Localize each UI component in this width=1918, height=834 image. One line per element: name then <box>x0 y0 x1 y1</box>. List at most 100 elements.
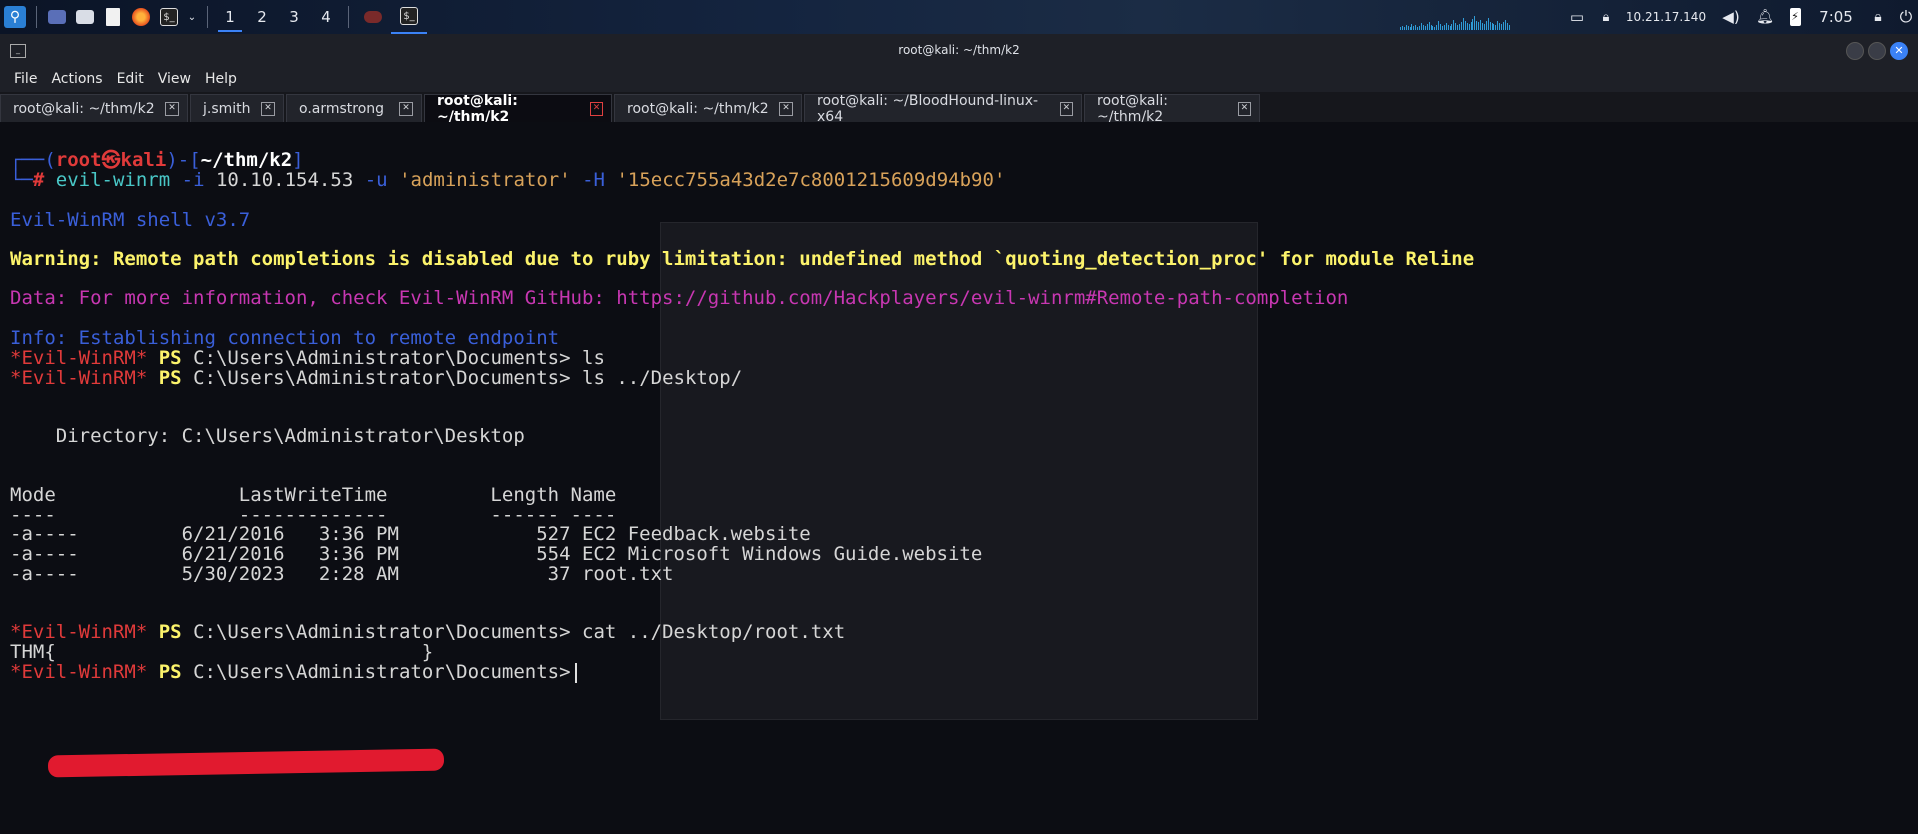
text-cursor <box>574 662 577 683</box>
tab-label: root@kali: ~/thm/k2 <box>437 92 518 125</box>
cpu-bar <box>1476 21 1478 30</box>
burp-icon[interactable] <box>355 0 391 34</box>
lock-icon[interactable]: 🔒︎ <box>1864 0 1892 34</box>
scrollbar[interactable] <box>1900 122 1918 834</box>
maximize-button[interactable] <box>1868 42 1886 60</box>
battery-charging-icon[interactable]: ⚡ <box>1782 0 1808 34</box>
cpu-bar <box>1430 25 1432 30</box>
tab-root-k2-3[interactable]: root@kali: ~/thm/k2 ✕ <box>1084 92 1260 125</box>
cpu-bar <box>1434 27 1436 30</box>
tab-label: j.smith <box>203 100 251 117</box>
file-manager-icon[interactable] <box>71 0 99 34</box>
workspace-4[interactable]: 4 <box>310 0 342 34</box>
cpu-bar <box>1457 25 1459 30</box>
cpu-bar <box>1405 25 1407 30</box>
cpu-graph <box>1400 8 1510 30</box>
menu-actions[interactable]: Actions <box>51 71 102 87</box>
cpu-bar <box>1480 20 1481 30</box>
cpu-bar <box>1497 21 1499 30</box>
tab-root-k2-active[interactable]: root@kali: ~/thm/k2 ✕ <box>424 92 612 125</box>
tab-close-icon[interactable]: ✕ <box>779 101 793 116</box>
tab-close-icon[interactable]: ✕ <box>590 101 603 116</box>
cpu-bar <box>1502 22 1504 30</box>
menu-help[interactable]: Help <box>205 71 237 87</box>
minimize-button[interactable] <box>1846 42 1864 60</box>
cpu-bar <box>1495 25 1497 30</box>
cpu-bar <box>1413 26 1415 30</box>
window-titlebar[interactable]: _ root@kali: ~/thm/k2 ✕ <box>0 34 1918 66</box>
cpu-bar <box>1508 25 1510 30</box>
cpu-bar <box>1447 25 1449 30</box>
warning-line: Warning: Remote path completions is disa… <box>10 248 1475 270</box>
cpu-bar <box>1403 27 1405 30</box>
cpu-bar <box>1485 21 1487 30</box>
workspace-1[interactable]: 1 <box>214 0 246 34</box>
cpu-bar <box>1449 26 1451 30</box>
cpu-bar <box>1470 22 1472 30</box>
menu-view[interactable]: View <box>158 71 191 87</box>
tab-close-icon[interactable]: ✕ <box>165 101 179 116</box>
terminal-output[interactable]: ┌──(root㉿kali)-[~/thm/k2] └─# evil-winrm… <box>0 122 1900 834</box>
cpu-bar <box>1451 24 1453 30</box>
data-line: Data: For more information, check Evil-W… <box>10 287 1349 309</box>
cpu-bar <box>1453 20 1455 30</box>
cpu-bar <box>1472 19 1474 30</box>
firefox-icon[interactable] <box>127 0 155 34</box>
cpu-bar <box>1483 24 1485 30</box>
text-editor-icon[interactable] <box>99 0 127 34</box>
cpu-bar <box>1491 23 1493 30</box>
tab-root-k2-2[interactable]: root@kali: ~/thm/k2 ✕ <box>614 94 802 122</box>
notification-bell-icon[interactable]: 🔔︎ <box>1748 0 1782 34</box>
cpu-bar <box>1478 22 1480 30</box>
tab-label: o.armstrong <box>299 100 385 117</box>
workspace-3[interactable]: 3 <box>278 0 310 34</box>
dropdown-icon[interactable]: ⌄ <box>183 0 201 34</box>
cpu-bar <box>1441 26 1443 30</box>
cpu-bar <box>1464 21 1466 30</box>
tab-label: root@kali: ~/thm/k2 <box>627 100 769 117</box>
display-icon[interactable]: ▭ <box>1560 0 1594 34</box>
cpu-bar <box>1462 18 1464 30</box>
desktop-icon[interactable] <box>43 0 71 34</box>
close-button[interactable]: ✕ <box>1890 42 1908 60</box>
menu-edit[interactable]: Edit <box>117 71 144 87</box>
table-row: -a---- 5/30/2023 2:28 AM 37 root.txt <box>10 563 674 585</box>
tab-close-icon[interactable]: ✕ <box>1237 101 1251 116</box>
command-line: └─# evil-winrm -i 10.10.154.53 -u 'admin… <box>10 169 1006 191</box>
tab-j-smith[interactable]: j.smith ✕ <box>190 94 284 122</box>
cpu-bar <box>1415 25 1417 30</box>
terminal-icon[interactable]: $_ <box>155 0 183 34</box>
kali-menu-icon[interactable]: ⚲ <box>0 0 30 34</box>
cpu-bar <box>1468 24 1470 30</box>
cpu-bar <box>1506 23 1508 30</box>
cpu-bar <box>1501 24 1502 30</box>
menu-bar: File Actions Edit View Help <box>0 66 1918 92</box>
power-icon[interactable]: ⏻ <box>1892 0 1918 34</box>
cpu-bar <box>1417 27 1419 30</box>
tab-label: root@kali: ~/thm/k2 <box>13 100 155 117</box>
tab-root-k2-1[interactable]: root@kali: ~/thm/k2 ✕ <box>0 94 188 122</box>
cpu-bar <box>1422 25 1424 30</box>
volume-icon[interactable]: ◀) <box>1714 0 1748 34</box>
cpu-bar <box>1493 24 1495 30</box>
ps-line-current: *Evil-WinRM* PS C:\Users\Administrator\D… <box>10 660 577 684</box>
network-lock-icon[interactable]: 🔒︎ <box>1594 0 1618 34</box>
tab-bar: root@kali: ~/thm/k2 ✕ j.smith ✕ o.armstron… <box>0 92 1918 125</box>
tab-close-icon[interactable]: ✕ <box>261 101 275 116</box>
tab-o-armstrong[interactable]: o.armstrong ✕ <box>286 94 422 122</box>
top-panel: ⚲ $_ ⌄ 1 2 3 4 $_ ▭ 🔒︎ 10.21.17.140 ◀) 🔔… <box>0 0 1918 34</box>
menu-file[interactable]: File <box>14 71 37 87</box>
tab-bloodhound[interactable]: root@kali: ~/BloodHound-linux-x64 ✕ <box>804 93 1082 125</box>
tab-close-icon[interactable]: ✕ <box>399 101 413 116</box>
terminal-task-icon[interactable]: $_ <box>391 0 427 34</box>
tab-label: root@kali: ~/thm/k2 <box>1097 92 1169 125</box>
cpu-bar <box>1436 25 1438 30</box>
workspace-2[interactable]: 2 <box>246 0 278 34</box>
cpu-bar <box>1409 27 1411 30</box>
cpu-bar <box>1400 27 1401 30</box>
banner-line: Evil-WinRM shell v3.7 <box>10 209 251 231</box>
tab-close-icon[interactable]: ✕ <box>1059 101 1073 116</box>
clock[interactable]: 7:05 <box>1808 0 1864 34</box>
cpu-bar <box>1401 26 1403 30</box>
cpu-bar <box>1499 23 1501 30</box>
